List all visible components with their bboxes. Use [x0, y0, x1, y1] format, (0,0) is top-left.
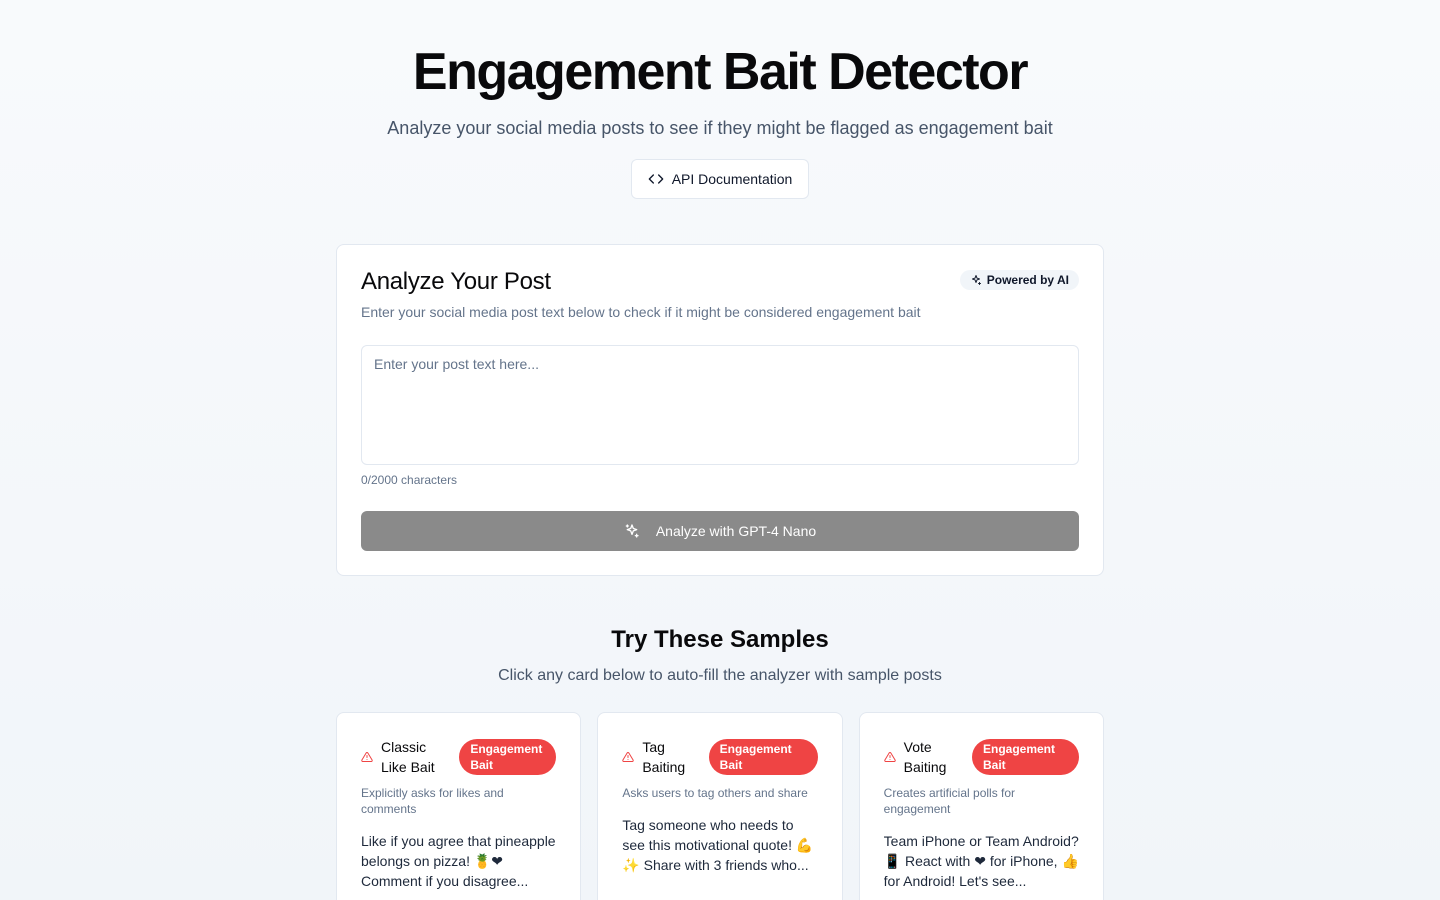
samples-subtitle: Click any card below to auto-fill the an…: [498, 667, 942, 684]
post-text-input[interactable]: [361, 345, 1079, 465]
sample-card-tag-baiting[interactable]: Tag Baiting Engagement Bait Asks users t…: [597, 712, 843, 900]
sample-card-classic-like-bait[interactable]: Classic Like Bait Engagement Bait Explic…: [336, 712, 582, 900]
alert-triangle-icon: [361, 751, 373, 763]
sample-card-header: Vote Baiting Engagement Bait: [883, 737, 1079, 777]
sample-name: Classic Like Bait: [381, 739, 435, 775]
sample-description: Explicitly asks for likes and comments: [361, 786, 504, 816]
sample-card-vote-baiting[interactable]: Vote Baiting Engagement Bait Creates art…: [858, 712, 1104, 900]
powered-by-ai-badge: Powered by AI: [959, 270, 1079, 290]
powered-by-ai-label: Powered by AI: [986, 273, 1069, 287]
samples-grid: Classic Like Bait Engagement Bait Explic…: [336, 712, 1104, 900]
samples-title: Try These Samples: [611, 626, 829, 653]
code-icon: [648, 171, 664, 187]
engagement-bait-badge: Engagement Bait: [971, 739, 1079, 775]
character-count: 0/2000 characters: [361, 473, 458, 487]
engagement-bait-badge: Engagement Bait: [708, 739, 818, 775]
sample-name: Vote Baiting: [903, 739, 947, 775]
sample-name-wrap: Classic Like Bait: [361, 737, 445, 777]
sample-description: Asks users to tag others and share: [622, 786, 808, 800]
api-documentation-button[interactable]: API Documentation: [630, 159, 810, 199]
sample-text: Team iPhone or Team Android? 📱 React wit…: [883, 833, 1079, 889]
analyze-button[interactable]: Analyze with GPT-4 Nano: [361, 511, 1079, 551]
page-subtitle: Analyze your social media posts to see i…: [387, 118, 1053, 138]
alert-triangle-icon: [883, 751, 896, 763]
analyze-card-description: Enter your social media post text below …: [361, 304, 921, 320]
analyze-card-header: Analyze Your Post Powered by AI: [361, 267, 1079, 297]
analyze-card: Analyze Your Post Powered by AI Enter yo…: [336, 244, 1104, 576]
alert-triangle-icon: [622, 751, 635, 763]
sparkles-icon: [970, 274, 982, 286]
sample-text: Tag someone who needs to see this motiva…: [622, 817, 814, 873]
engagement-bait-badge: Engagement Bait: [459, 739, 557, 775]
page: Engagement Bait Detector Analyze your so…: [0, 0, 1440, 900]
sample-text: Like if you agree that pineapple belongs…: [361, 833, 556, 889]
api-documentation-label: API Documentation: [671, 171, 793, 187]
sample-card-header: Tag Baiting Engagement Bait: [622, 737, 818, 777]
sample-description: Creates artificial polls for engagement: [883, 786, 1016, 816]
sparkles-icon: [624, 523, 640, 539]
sample-card-header: Classic Like Bait Engagement Bait: [361, 737, 557, 777]
analyze-button-label: Analyze with GPT-4 Nano: [655, 523, 817, 539]
page-title: Engagement Bait Detector: [412, 43, 1029, 101]
hero-header: Engagement Bait Detector Analyze your so…: [0, 0, 1440, 199]
sample-name-wrap: Tag Baiting: [622, 737, 696, 777]
sample-name: Tag Baiting: [642, 739, 686, 775]
sample-name-wrap: Vote Baiting: [883, 737, 958, 777]
analyze-card-title: Analyze Your Post: [361, 268, 551, 295]
